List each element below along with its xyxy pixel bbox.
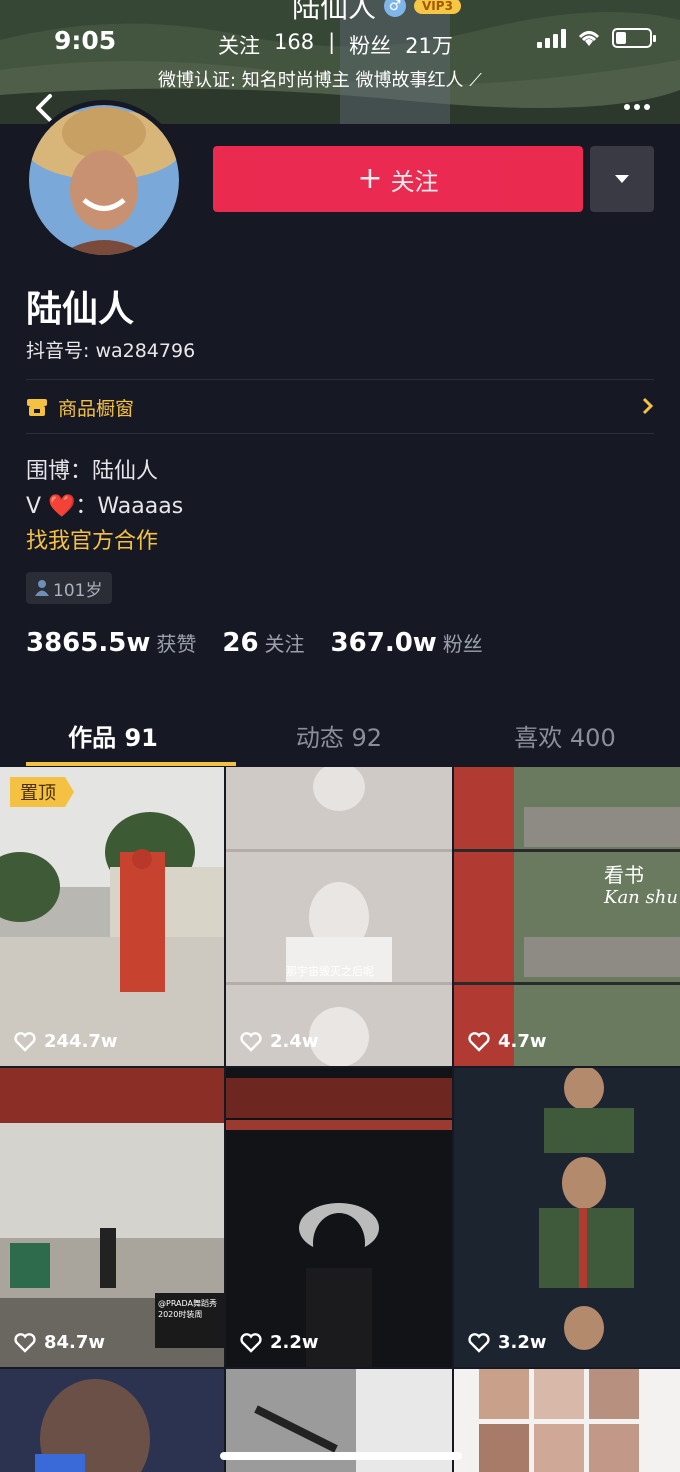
heart-icon: [468, 1031, 490, 1052]
douyin-id: 抖音号: wa284796: [26, 340, 196, 362]
active-tab-indicator: [26, 762, 236, 766]
more-options-icon[interactable]: [624, 104, 650, 110]
video-caption: @PRADA舞蹈秀 2020时装周: [158, 1299, 218, 1319]
wifi-icon: [578, 31, 600, 46]
tab-works[interactable]: 作品 91: [0, 708, 226, 766]
avatar-photo: [29, 105, 179, 255]
follow-button[interactable]: + 关注: [213, 146, 583, 212]
video-thumbnail[interactable]: 2.2w: [226, 1068, 452, 1367]
weibo-verification: 微博认证: 知名时尚博主 微博故事红人 ⟋: [158, 70, 482, 91]
video-likes: 2.2w: [240, 1332, 319, 1353]
bio-cooperation-link[interactable]: 找我官方合作: [26, 523, 158, 555]
profile-stats: 3865.5w 获赞 26 关注 367.0w 粉丝: [26, 628, 509, 658]
status-time: 9:05: [54, 26, 117, 55]
divider: [26, 433, 654, 434]
likes-count: 3865.5w: [26, 628, 151, 658]
recommend-dropdown-button[interactable]: [590, 146, 654, 212]
caret-down-icon: [615, 175, 629, 183]
shop-window-label: 商品橱窗: [58, 397, 135, 420]
content-tabs: 作品 91 动态 92 喜欢 400: [0, 708, 680, 766]
cellular-signal-icon: [537, 28, 566, 48]
heart-icon: [14, 1332, 36, 1353]
video-thumbnail[interactable]: 看书 Kan shu 4.7w: [454, 767, 680, 1066]
chevron-right-icon: [642, 397, 654, 415]
battery-icon: [612, 28, 656, 48]
video-thumbnail[interactable]: @PRADA舞蹈秀 2020时装周 84.7w: [0, 1068, 224, 1367]
tab-activity[interactable]: 动态 92: [226, 708, 452, 766]
video-likes: 84.7w: [14, 1332, 105, 1353]
vip-badge: VIP3: [414, 0, 461, 14]
bio-line-wechat: V ❤️：Waaaas: [26, 494, 184, 519]
video-thumbnail[interactable]: [454, 1369, 680, 1472]
following-count[interactable]: 26: [222, 628, 258, 658]
avatar[interactable]: [24, 100, 184, 260]
tab-likes[interactable]: 喜欢 400: [452, 708, 678, 766]
banner-username: 陆仙人 ♂ VIP3: [292, 0, 461, 26]
shop-icon: [27, 399, 47, 416]
video-thumbnail[interactable]: 3.2w: [454, 1068, 680, 1367]
plus-icon: +: [357, 161, 383, 196]
video-likes: 3.2w: [468, 1332, 547, 1353]
video-thumbnail[interactable]: 那宇宙毁灭之后呢 2.4w: [226, 767, 452, 1066]
video-grid: 置顶 244.7w 那宇宙毁灭之后呢 2.4w 看书 Kan shu 4.7w …: [0, 767, 680, 1472]
video-caption-en: Kan shu: [604, 887, 678, 908]
heart-icon: [468, 1332, 490, 1353]
heart-icon: [14, 1031, 36, 1052]
video-likes: 2.4w: [240, 1031, 319, 1052]
following-label[interactable]: 关注: [265, 628, 305, 657]
person-icon: [35, 580, 49, 596]
video-caption-cn: 看书: [604, 863, 644, 887]
male-symbol-icon: ♂: [384, 0, 407, 17]
video-thumbnail[interactable]: [0, 1369, 224, 1472]
fans-count[interactable]: 367.0w: [331, 628, 437, 658]
status-icons: [537, 28, 656, 48]
heart-icon: [240, 1031, 262, 1052]
video-likes: 244.7w: [14, 1031, 118, 1052]
video-likes: 4.7w: [468, 1031, 547, 1052]
video-caption: 那宇宙毁灭之后呢: [286, 965, 374, 978]
fans-label[interactable]: 粉丝: [443, 628, 483, 657]
heart-icon: [240, 1332, 262, 1353]
video-thumbnail[interactable]: 置顶 244.7w: [0, 767, 224, 1066]
likes-label: 获赞: [156, 632, 197, 656]
pinned-badge: 置顶: [10, 777, 74, 807]
profile-name: 陆仙人: [26, 289, 135, 330]
age-tag: 101岁: [26, 572, 113, 604]
home-indicator[interactable]: [220, 1452, 462, 1460]
bio-line-weibo: 围博：陆仙人: [26, 459, 159, 484]
banner-stats: 关注 168 | 粉丝 21万: [218, 30, 453, 58]
shop-window-row[interactable]: 商品橱窗: [26, 380, 654, 434]
